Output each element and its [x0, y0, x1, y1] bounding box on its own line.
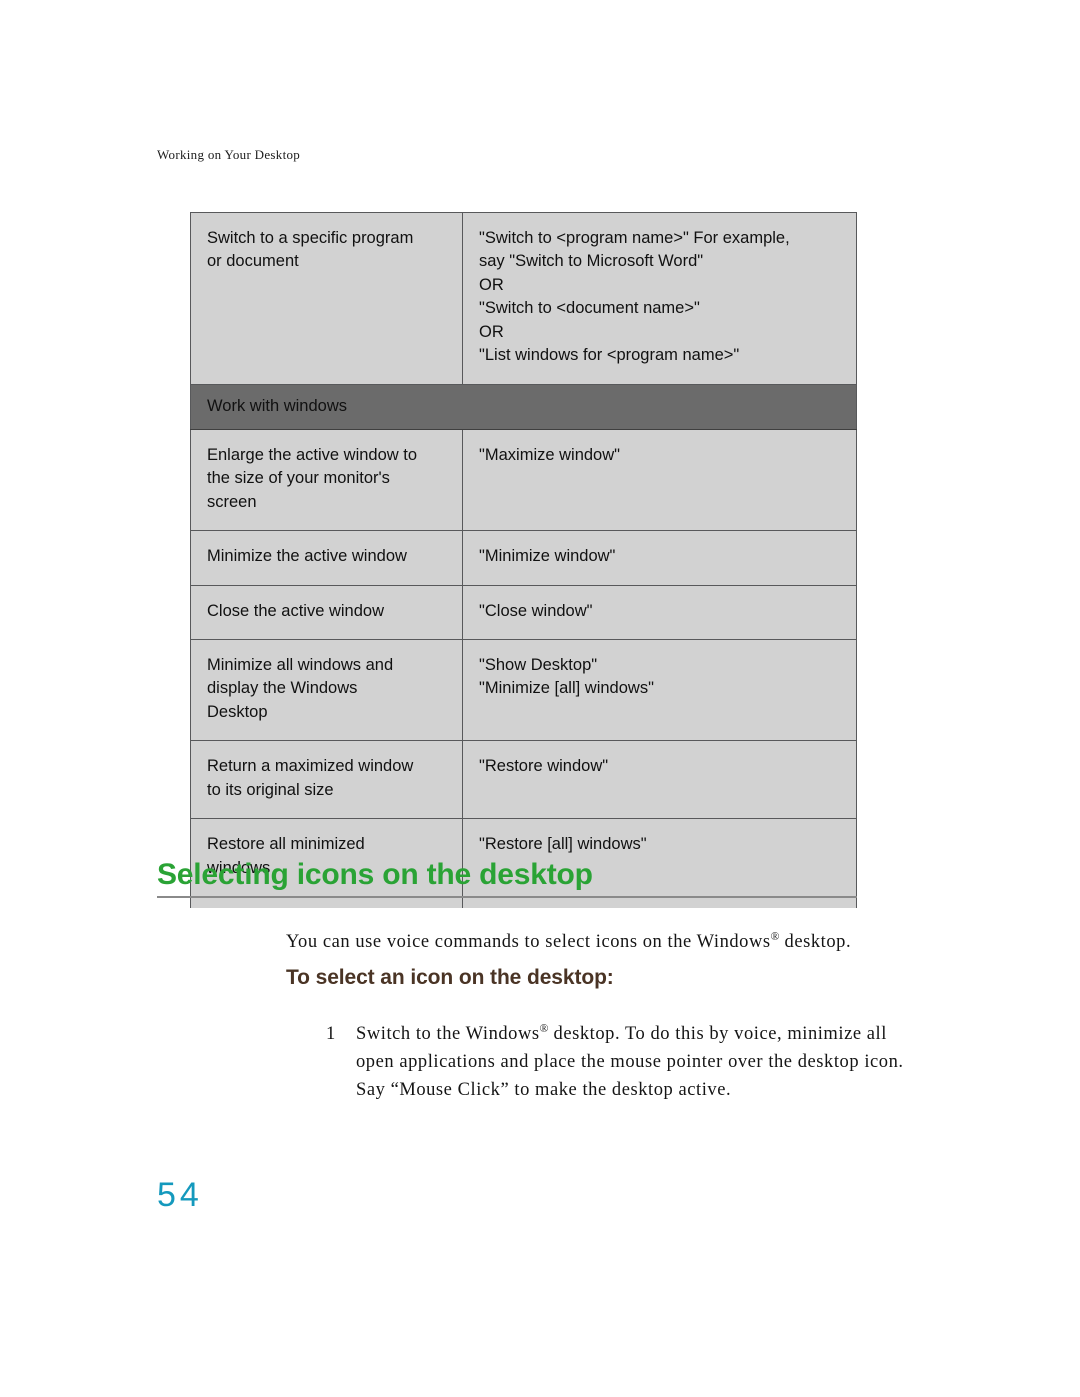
section-heading: Selecting icons on the desktop	[157, 858, 593, 891]
cell-line: "Minimize window"	[479, 547, 616, 566]
table-cell-command: "Show Desktop" "Minimize [all] windows"	[462, 639, 857, 742]
procedure-steps: 1 Switch to the Windows® desktop. To do …	[286, 1020, 911, 1104]
table-cell-action: Minimize all windows and display the Win…	[190, 639, 463, 742]
intro-text-after: desktop.	[779, 931, 852, 952]
cell-line: Desktop	[207, 702, 268, 721]
voice-commands-table: Switch to a specific program or document…	[190, 212, 857, 909]
table-row: Return a maximized window to its origina…	[190, 740, 857, 820]
table-cell-action: Minimize the active window	[190, 530, 463, 586]
step-text-before: Switch to the Windows	[356, 1024, 540, 1044]
step-number: 1	[326, 1024, 336, 1044]
cell-line: Minimize the active window	[207, 547, 407, 566]
table-cell-command: "Switch to <program name>" For example, …	[462, 212, 857, 385]
cell-line: "Restore window"	[479, 757, 609, 776]
cell-line: "Minimize [all] windows"	[479, 679, 654, 698]
cell-line: Return a maximized window	[207, 757, 414, 776]
list-item: 1 Switch to the Windows® desktop. To do …	[326, 1020, 911, 1104]
table-section-header-label: Work with windows	[190, 383, 857, 430]
cell-line: "Maximize window"	[479, 445, 620, 464]
table-cell-command: "Close window"	[462, 584, 857, 641]
cell-line: Minimize all windows and	[207, 656, 394, 675]
table-section-header-row: Work with windows	[190, 383, 857, 430]
intro-paragraph: You can use voice commands to select ico…	[286, 929, 864, 956]
cell-line: "Restore [all] windows"	[479, 835, 647, 854]
cell-line: "Show Desktop"	[479, 656, 598, 675]
cell-line: Close the active window	[207, 601, 385, 620]
cell-line: or document	[207, 252, 299, 271]
table-body: Switch to a specific program or document…	[190, 212, 857, 909]
table-row: Minimize all windows and display the Win…	[190, 639, 857, 742]
step-text: Switch to the Windows® desktop. To do th…	[356, 1020, 911, 1104]
table-row: Minimize the active window "Minimize win…	[190, 530, 857, 586]
table-cell-action: Close the active window	[190, 584, 463, 641]
table-cell-command: "Restore window"	[462, 740, 857, 820]
table-cell-action: Enlarge the active window to the size of…	[190, 428, 463, 532]
cell-line: OR	[479, 275, 504, 294]
cell-line: display the Windows	[207, 679, 358, 698]
cell-line: to its original size	[207, 780, 334, 799]
cell-line: Switch to a specific program	[207, 229, 414, 247]
procedure-subheading: To select an icon on the desktop:	[286, 966, 614, 989]
table-row: Enlarge the active window to the size of…	[190, 428, 857, 532]
table-cell-action: Return a maximized window to its origina…	[190, 740, 463, 820]
cell-line: Enlarge the active window to	[207, 445, 418, 464]
table-row: Close the active window "Close window"	[190, 584, 857, 641]
cell-line: "Switch to <document name>"	[479, 299, 700, 318]
cell-line: screen	[207, 492, 257, 511]
intro-text-before: You can use voice commands to select ico…	[286, 931, 771, 952]
cell-line: Restore all minimized	[207, 835, 365, 854]
running-header: Working on Your Desktop	[157, 147, 301, 162]
table-cell-command: "Minimize window"	[462, 530, 857, 586]
cell-line: OR	[479, 322, 504, 341]
cell-line: "List windows for <program name>"	[479, 346, 740, 365]
cell-line: say "Switch to Microsoft Word"	[479, 252, 704, 271]
heading-rule	[157, 896, 857, 898]
table-row: Switch to a specific program or document…	[190, 212, 857, 385]
cell-line: "Switch to <program name>" For example,	[479, 229, 790, 247]
document-page: Working on Your Desktop Switch to a spec…	[0, 0, 1080, 1397]
table-cell-action: Switch to a specific program or document	[190, 212, 463, 385]
table-cell-command: "Maximize window"	[462, 428, 857, 532]
cell-line: the size of your monitor's	[207, 469, 390, 488]
cell-line: "Close window"	[479, 601, 593, 620]
page-number: 54	[157, 1176, 203, 1214]
